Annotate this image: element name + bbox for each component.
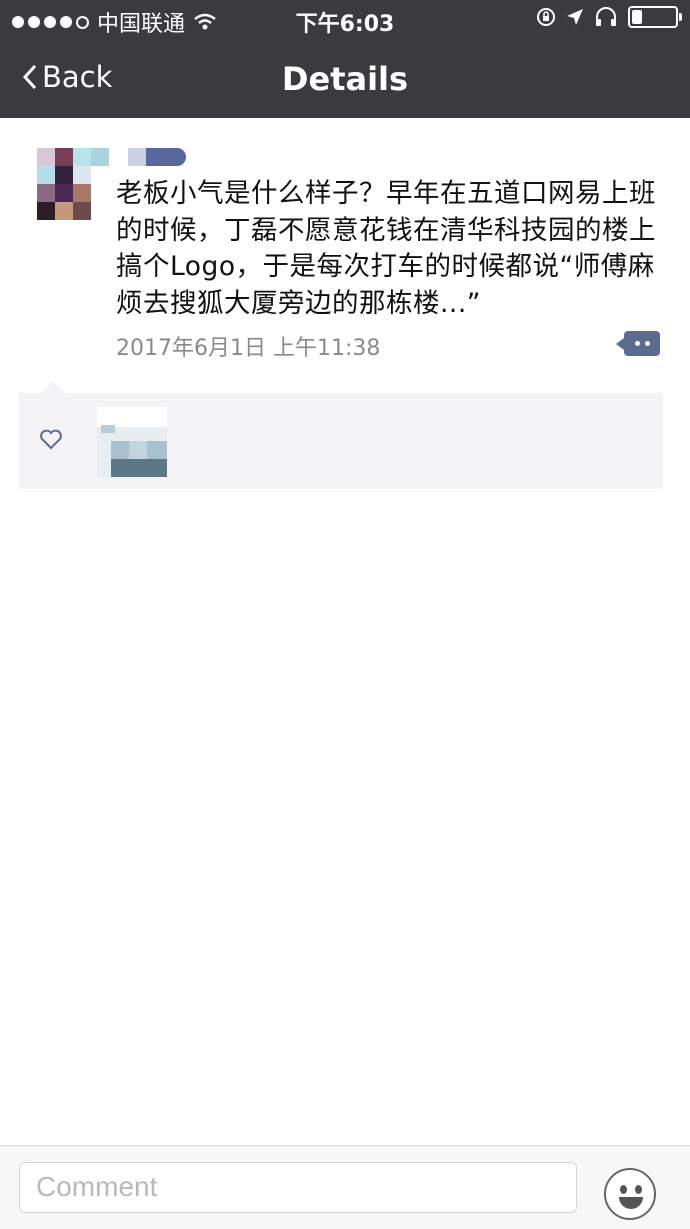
navigation-bar: Back Details bbox=[0, 40, 690, 118]
liker-avatar[interactable] bbox=[97, 407, 167, 477]
top-bar: 中国联通 下午6:03 Back Details bbox=[0, 0, 690, 118]
bottom-bar: Comment bbox=[0, 1145, 690, 1229]
status-bar: 中国联通 下午6:03 bbox=[0, 0, 690, 40]
rotation-lock-icon bbox=[537, 8, 555, 26]
post-timestamp: 2017年6月1日 上午11:38 bbox=[116, 336, 381, 361]
author-avatar[interactable] bbox=[37, 148, 109, 220]
comment-bubble-icon[interactable] bbox=[616, 331, 660, 356]
likes-section bbox=[19, 381, 663, 489]
status-right bbox=[536, 6, 682, 28]
heart-icon bbox=[40, 429, 62, 450]
location-arrow-icon bbox=[567, 9, 583, 25]
battery-icon bbox=[628, 6, 682, 28]
post-content: 老板小气是什么样子？早年在五道口网易上班的时候，丁磊不愿意花钱在清华科技园的楼上… bbox=[116, 178, 656, 319]
comment-input[interactable]: Comment bbox=[19, 1162, 577, 1213]
author-name[interactable] bbox=[128, 148, 186, 166]
headphones-icon bbox=[596, 7, 616, 26]
smiley-face-icon[interactable] bbox=[604, 1168, 656, 1220]
page-title: Details bbox=[281, 60, 409, 98]
